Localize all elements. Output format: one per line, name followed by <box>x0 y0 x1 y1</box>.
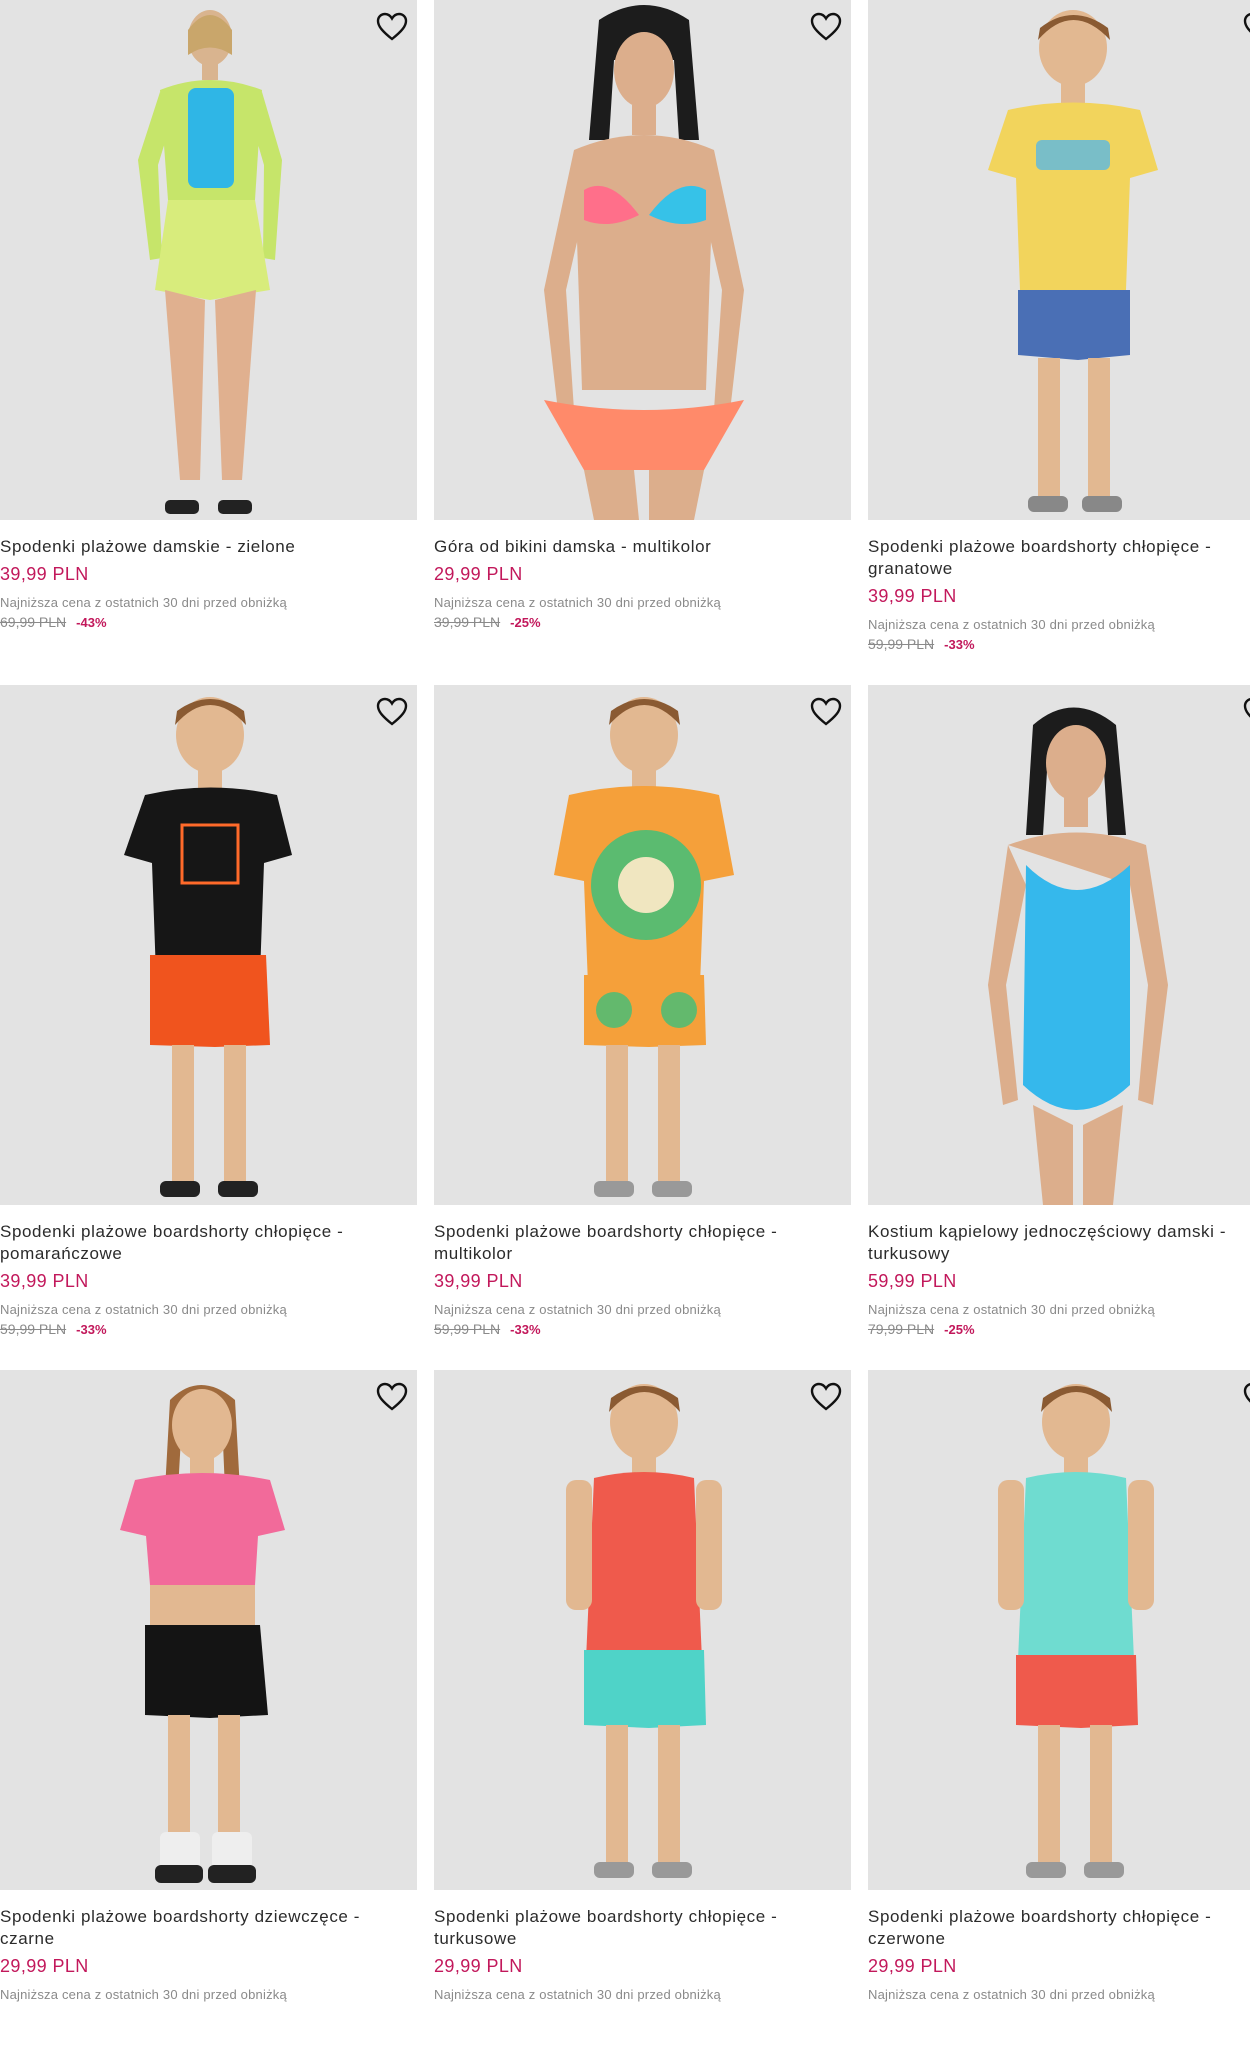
product-image[interactable] <box>434 0 851 520</box>
product-image[interactable] <box>868 685 1250 1205</box>
discount-badge: -33% <box>76 1322 107 1337</box>
wishlist-button[interactable] <box>809 695 843 729</box>
discount-badge: -33% <box>944 637 975 652</box>
product-photo-boy-red-tank <box>566 1384 722 1878</box>
product-photo-girl-pink-top <box>120 1385 285 1883</box>
heart-outline-icon <box>810 12 842 41</box>
discount-badge: -43% <box>76 615 107 630</box>
product-name[interactable]: Kostium kąpielowy jednoczęściowy damski … <box>868 1221 1250 1265</box>
heart-outline-icon <box>1243 1383 1250 1403</box>
product-price: 29,99 PLN <box>434 564 523 584</box>
product-name[interactable]: Spodenki plażowe boardshorty chłopięce -… <box>434 1906 851 1950</box>
product-card[interactable]: Spodenki plażowe damskie - zielone 39,99… <box>0 0 417 685</box>
product-card[interactable]: Spodenki plażowe boardshorty chłopięce -… <box>434 1370 851 2055</box>
old-price: 59,99 PLN <box>868 636 935 652</box>
product-name[interactable]: Spodenki plażowe boardshorty chłopięce -… <box>434 1221 851 1265</box>
product-photo-boy-tie-dye <box>554 697 734 1197</box>
product-image[interactable] <box>868 1370 1250 1890</box>
product-image[interactable] <box>868 0 1250 520</box>
product-name[interactable]: Spodenki plażowe boardshorty chłopięce -… <box>0 1221 417 1265</box>
discount-badge: -25% <box>510 615 541 630</box>
lowest-price-label: Najniższa cena z ostatnich 30 dni przed … <box>0 595 287 610</box>
product-price: 39,99 PLN <box>434 1271 523 1291</box>
wishlist-button[interactable] <box>375 10 409 44</box>
product-image[interactable] <box>0 1370 417 1890</box>
heart-outline-icon <box>376 697 408 726</box>
old-price-row: 69,99 PLN -43% <box>0 614 417 630</box>
lowest-price-label: Najniższa cena z ostatnich 30 dni przed … <box>868 1987 1155 2002</box>
lowest-price-label: Najniższa cena z ostatnich 30 dni przed … <box>0 1302 287 1317</box>
old-price: 59,99 PLN <box>434 1321 501 1337</box>
product-image[interactable] <box>0 685 417 1205</box>
lowest-price-label: Najniższa cena z ostatnich 30 dni przed … <box>868 1302 1155 1317</box>
wishlist-button[interactable] <box>1242 10 1250 44</box>
old-price-row: 59,99 PLN -33% <box>0 1321 417 1337</box>
product-image[interactable] <box>434 685 851 1205</box>
product-photo-woman-swimsuit <box>988 707 1168 1205</box>
old-price-row: 39,99 PLN -25% <box>434 614 851 630</box>
heart-outline-icon <box>376 1382 408 1411</box>
heart-outline-icon <box>376 12 408 41</box>
product-name[interactable]: Spodenki plażowe boardshorty dziewczęce … <box>0 1906 417 1950</box>
product-photo-boy-turquoise-tank <box>998 1384 1154 1878</box>
product-price: 29,99 PLN <box>434 1956 523 1976</box>
product-card[interactable]: Spodenki plażowe boardshorty chłopięce -… <box>868 1370 1250 2055</box>
wishlist-button[interactable] <box>375 695 409 729</box>
product-card[interactable]: Góra od bikini damska - multikolor 29,99… <box>434 0 851 685</box>
product-name[interactable]: Spodenki plażowe boardshorty chłopięce -… <box>868 536 1250 580</box>
product-price: 29,99 PLN <box>868 1956 957 1976</box>
wishlist-button[interactable] <box>375 1380 409 1414</box>
product-image[interactable] <box>0 0 417 520</box>
old-price: 69,99 PLN <box>0 614 67 630</box>
product-name[interactable]: Góra od bikini damska - multikolor <box>434 536 851 558</box>
product-photo-boy-black-tshirt <box>124 697 292 1197</box>
old-price: 59,99 PLN <box>0 1321 67 1337</box>
old-price: 79,99 PLN <box>868 1321 935 1337</box>
product-price: 59,99 PLN <box>868 1271 957 1291</box>
lowest-price-label: Najniższa cena z ostatnich 30 dni przed … <box>0 1987 287 2002</box>
heart-outline-icon <box>810 697 842 726</box>
product-photo-woman-bikini <box>544 5 744 520</box>
product-price: 39,99 PLN <box>0 564 89 584</box>
product-photo-woman-rash-guard <box>138 10 282 514</box>
heart-outline-icon <box>810 1382 842 1411</box>
heart-outline-icon <box>1243 13 1250 33</box>
product-photo-boy-yellow-tshirt <box>988 10 1158 512</box>
product-name[interactable]: Spodenki plażowe boardshorty chłopięce -… <box>868 1906 1250 1950</box>
old-price-row: 59,99 PLN -33% <box>868 636 1250 652</box>
old-price: 39,99 PLN <box>434 614 501 630</box>
product-name[interactable]: Spodenki plażowe damskie - zielone <box>0 536 417 558</box>
discount-badge: -33% <box>510 1322 541 1337</box>
product-price: 39,99 PLN <box>0 1271 89 1291</box>
old-price-row: 59,99 PLN -33% <box>434 1321 851 1337</box>
product-card[interactable]: Kostium kąpielowy jednoczęściowy damski … <box>868 685 1250 1370</box>
lowest-price-label: Najniższa cena z ostatnich 30 dni przed … <box>868 617 1155 632</box>
wishlist-button[interactable] <box>1242 695 1250 729</box>
heart-outline-icon <box>1243 698 1250 718</box>
lowest-price-label: Najniższa cena z ostatnich 30 dni przed … <box>434 595 721 610</box>
product-card[interactable]: Spodenki plażowe boardshorty chłopięce -… <box>434 685 851 1370</box>
product-grid: Spodenki plażowe damskie - zielone 39,99… <box>0 0 1250 2055</box>
product-card[interactable]: Spodenki plażowe boardshorty chłopięce -… <box>0 685 417 1370</box>
wishlist-button[interactable] <box>809 1380 843 1414</box>
product-image[interactable] <box>434 1370 851 1890</box>
product-card[interactable]: Spodenki plażowe boardshorty dziewczęce … <box>0 1370 417 2055</box>
lowest-price-label: Najniższa cena z ostatnich 30 dni przed … <box>434 1987 721 2002</box>
wishlist-button[interactable] <box>809 10 843 44</box>
product-card[interactable]: Spodenki plażowe boardshorty chłopięce -… <box>868 0 1250 685</box>
wishlist-button[interactable] <box>1242 1380 1250 1414</box>
product-price: 29,99 PLN <box>0 1956 89 1976</box>
lowest-price-label: Najniższa cena z ostatnich 30 dni przed … <box>434 1302 721 1317</box>
discount-badge: -25% <box>944 1322 975 1337</box>
product-price: 39,99 PLN <box>868 586 957 606</box>
old-price-row: 79,99 PLN -25% <box>868 1321 1250 1337</box>
